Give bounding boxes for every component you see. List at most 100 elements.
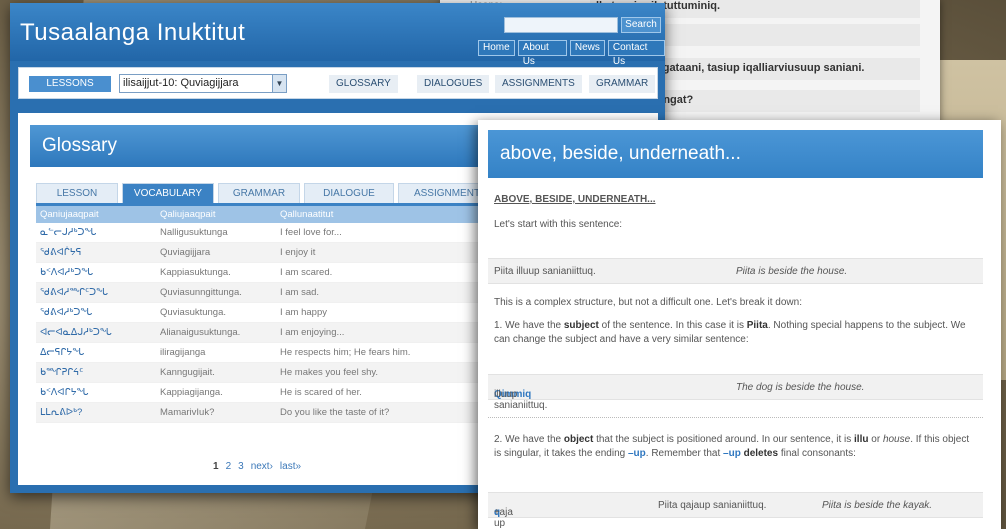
table-row: ᖁᕕᐊᒌᔭᕋ Quviagijjara I enjoy it [36,242,496,263]
table-row: ᑲᑉᐱᐊᓱᒃᑐᖓ Kappiasuktunga. I am scared. [36,262,496,283]
article-title: above, beside, underneath... [488,130,983,178]
term-deletes: deletes [743,448,779,459]
chevron-down-icon[interactable]: ▼ [272,75,286,92]
english-cell: I am sad. [276,282,496,303]
assignments-link[interactable]: ASSIGNMENTS [495,75,582,93]
table-row: ᖁᕕᐊᓱᙱᑦᑐᖓ Quviasunngittunga. I am sad. [36,282,496,303]
term-house: house [882,434,911,445]
tab-grammar[interactable]: GRAMMAR [218,183,300,203]
dialogues-link[interactable]: DIALOGUES [417,75,490,93]
example-row: qajaq + up = Piita qajaup sanianiittuq. … [488,492,983,529]
example-row: Qimmiq illuup sanianiittuq. The dog is b… [488,374,983,411]
text: . Remember that [645,448,724,459]
english-cell: Do you like the taste of it? [276,402,496,423]
article-subtitle: ABOVE, BESIDE, UNDERNEATH... [494,194,656,205]
syllabics-cell[interactable]: ᐊᓕᐊᓇᐃᒍᓱᒃᑐᖓ [36,322,156,343]
roman-cell: Alianaigusuktunga. [156,322,276,343]
text: 1. We have the [494,320,564,331]
text: illuup sanianiittuq. [494,389,548,411]
text: of the sentence. In this case it is [598,320,747,331]
example-row: Piita illuup sanianiittuq. Piita is besi… [488,258,983,284]
news-link[interactable]: News [569,40,605,56]
about-us-link[interactable]: About Us [517,40,567,67]
english-cell: He respects him; He fears him. [276,342,496,363]
roman-cell: Quviagijjara [156,242,276,263]
roman-cell: Quviasuktunga. [156,302,276,323]
back-row: ngataani, tasiup iqalliarviusuup saniani… [650,58,920,80]
point-2-text: 2. We have the object that the subject i… [494,433,974,461]
table-row: ᓇᓪᓕᒍᓱᒃᑐᖓ Nalligusuktunga I feel love for..… [36,223,496,243]
example-english: Piita is beside the kayak. [822,500,933,511]
table-row: ᐃᓕᕋᒋᔭᖓ iliragijanga He respects him; He fe… [36,342,496,363]
term-piita: Piita [746,320,768,331]
search-input[interactable] [504,17,618,33]
term-subject: subject [563,320,599,331]
text: or [868,434,883,445]
search-button[interactable]: Search [621,17,661,33]
lesson-navbar: LESSONS ilisaijjut-10: Quviagijjara ▼ GL… [18,67,658,99]
point-1-text: 1. We have the subject of the sentence. … [494,319,974,347]
table-row: ᑲᙱᕈᒋᔦᑦ Kanngugijait. He makes you feel shy… [36,362,496,383]
page-1[interactable]: 1 [213,461,219,472]
english-cell: I am scared. [276,262,496,283]
roman-cell: MamarivIuk? [156,402,276,423]
vocabulary-table: Qaniujaaqpait Qaliujaaqpait Qallunaatitu… [36,206,496,423]
lessons-button[interactable]: LESSONS [29,76,111,92]
english-cell: I am happy [276,302,496,323]
syllabics-cell[interactable]: ᑲᑉᐱᐊᒋᔭᖓ [36,382,156,403]
english-cell: I feel love for... [276,223,496,243]
english-cell: He makes you feel shy. [276,362,496,383]
tab-dialogue[interactable]: DIALOGUE [304,183,394,203]
column-header[interactable]: Qaliujaaqpait [156,206,276,223]
glossary-tabs: LESSON VOCABULARY GRAMMAR DIALOGUE ASSIG… [36,183,496,205]
syllabics-cell[interactable]: ᖁᕕᐊᓱᙱᑦᑐᖓ [36,282,156,303]
grammar-article-window: above, beside, underneath... ABOVE, BESI… [478,120,1001,529]
column-header[interactable]: Qaniujaaqpait [36,206,156,223]
lesson-select-value: ilisaijjut-10: Quviagijjara [123,77,239,89]
example-english: Piita is beside the house. [736,266,848,277]
page-2[interactable]: 2 [226,461,232,472]
english-cell: He is scared of her. [276,382,496,403]
text: + up = [494,507,506,529]
top-links: Home About Us News Contact Us [478,40,665,67]
roman-cell: Kappiagijanga. [156,382,276,403]
suffix-up: –up [627,448,646,459]
next-page-link[interactable]: next› [251,461,273,472]
table-row: ᐊᓕᐊᓇᐃᒍᓱᒃᑐᖓ Alianaigusuktunga. I am enjoyin… [36,322,496,343]
example-english: The dog is beside the house. [736,382,865,393]
tab-vocabulary[interactable]: VOCABULARY [122,183,214,203]
syllabics-cell[interactable]: ᒪᒪᕆᕕᐅᒃ? [36,402,156,423]
glossary-link[interactable]: GLOSSARY [329,75,398,93]
site-title[interactable]: Tusaalanga Inuktitut [20,19,245,47]
example-inuktitut: Piita illuup sanianiittuq. [494,266,596,277]
last-page-link[interactable]: last» [280,461,301,472]
syllabics-cell[interactable]: ᖁᕕᐊᓱᒃᑐᖓ [36,302,156,323]
contact-us-link[interactable]: Contact Us [607,40,665,67]
syllabics-cell[interactable]: ᑲᙱᕈᒋᔦᑦ [36,362,156,383]
table-row: ᒪᒪᕆᕕᐅᒃ? MamarivIuk? Do you like the taste … [36,402,496,423]
roman-cell: Quviasunngittunga. [156,282,276,303]
table-row: ᑲᑉᐱᐊᒋᔭᖓ Kappiagijanga. He is scared of her… [36,382,496,403]
roman-cell: Kappiasuktunga. [156,262,276,283]
tab-lesson[interactable]: LESSON [36,183,118,203]
section-divider [488,417,983,418]
syllabics-cell[interactable]: ᐃᓕᕋᒋᔭᖓ [36,342,156,363]
syllabics-cell[interactable]: ᓇᓪᓕᒍᓱᒃᑐᖓ [36,223,156,243]
column-header[interactable]: Qallunaatitut [276,206,496,223]
roman-cell: iliragijanga [156,342,276,363]
text: 2. We have the [494,434,564,445]
suffix-up: –up [723,448,741,459]
term-illu: illu [854,434,869,445]
syllabics-cell[interactable]: ᖁᕕᐊᒌᔭᕋ [36,242,156,263]
roman-cell: Nalligusuktunga [156,223,276,243]
syllabics-cell[interactable]: ᑲᑉᐱᐊᓱᒃᑐᖓ [36,262,156,283]
roman-cell: Kanngugijait. [156,362,276,383]
home-link[interactable]: Home [478,40,515,56]
pagination: 1 2 3 next› last» [213,461,301,472]
page-3[interactable]: 3 [238,461,244,472]
lesson-select[interactable]: ilisaijjut-10: Quviagijjara ▼ [119,74,287,93]
grammar-link[interactable]: GRAMMAR [589,75,656,93]
english-cell: I am enjoying... [276,322,496,343]
table-row: ᖁᕕᐊᓱᒃᑐᖓ Quviasuktunga. I am happy [36,302,496,323]
complex-text: This is a complex structure, but not a d… [494,297,802,308]
